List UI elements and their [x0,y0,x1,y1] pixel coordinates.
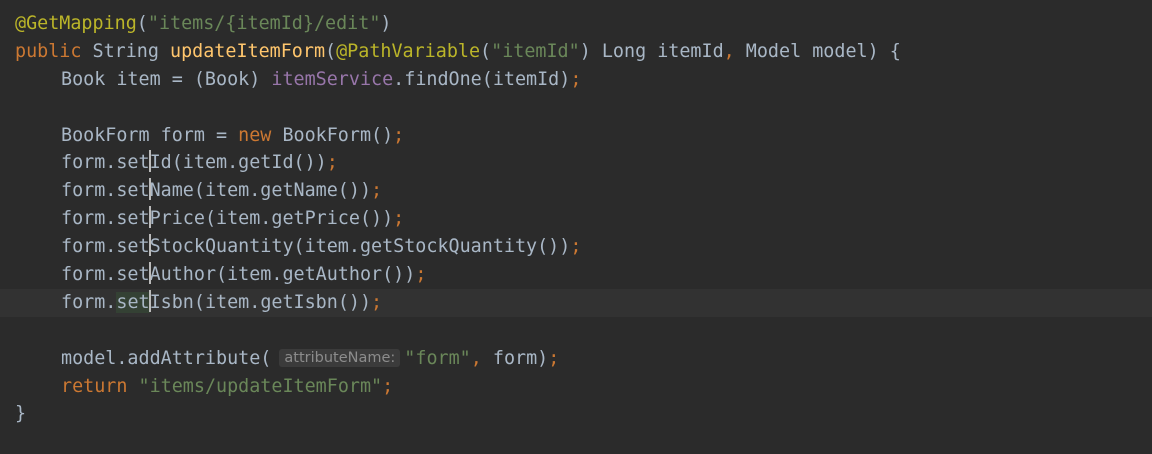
code-token: Name(item.getName()) [149,180,372,202]
code-line[interactable]: public String updateItemForm(@PathVariab… [0,38,1152,66]
code-token: set [116,291,150,313]
code-line[interactable]: form.setId(item.getId()); [0,149,1152,177]
code-line[interactable]: @GetMapping("items/{itemId}/edit") [0,10,1152,38]
code-token: ( [325,40,337,62]
code-token: ; [371,180,383,202]
code-token: return [61,375,128,397]
code-token: BookForm form = [61,124,239,146]
code-token: , [470,347,482,369]
code-token: } [15,403,27,425]
code-token: Author(item.getAuthor()) [149,264,416,286]
code-editor[interactable]: @GetMapping("items/{itemId}/edit") public… [0,0,1152,454]
code-token: @GetMapping [15,13,137,34]
code-token: String [81,40,171,62]
code-token: Model model) { [734,40,901,62]
code-token: form.set [61,180,150,202]
code-line[interactable] [0,317,1152,345]
code-line[interactable] [0,94,1152,122]
code-token: .findOne(itemId) [393,68,571,90]
code-token: model.addAttribute( [61,347,272,369]
multi-cursor-caret [148,178,151,201]
code-token: ; [326,152,338,174]
code-token: ; [570,236,582,258]
multi-cursor-caret [148,206,151,229]
code-token: StockQuantity(item.getStockQuantity()) [149,236,571,258]
code-area[interactable]: @GetMapping("items/{itemId}/edit") public… [0,10,1152,428]
multi-cursor-caret [148,289,151,312]
code-token: , [723,40,735,62]
code-line[interactable]: return "items/updateItemForm"; [0,373,1152,401]
code-line[interactable]: } [0,400,1152,428]
code-line[interactable]: form.setAuthor(item.getAuthor()); [0,261,1152,289]
code-token: "items/{itemId}/edit" [147,13,381,34]
code-token: form. [61,291,117,313]
code-token: Book item = (Book) [61,68,272,90]
code-token: "itemId" [491,40,580,62]
multi-cursor-caret [148,262,151,285]
code-token: form.set [61,236,150,258]
code-line[interactable]: form.setStockQuantity(item.getStockQuant… [0,233,1152,261]
code-token: ; [570,68,582,90]
code-token: ( [480,40,492,62]
code-token: ; [548,347,560,369]
code-token: ) Long itemId [579,40,724,62]
code-token: "form" [404,347,471,369]
code-token: BookForm() [271,124,394,146]
code-token: Id(item.getId()) [149,152,327,174]
code-token: ( [136,13,148,34]
code-line[interactable]: BookForm form = new BookForm(); [0,122,1152,150]
code-token: form.set [61,208,150,230]
code-line[interactable]: form.setName(item.getName()); [0,177,1152,205]
code-line[interactable]: Book item = (Book) itemService.findOne(i… [0,66,1152,94]
code-token: ; [393,124,405,146]
code-token: Price(item.getPrice()) [149,208,394,230]
code-token: public [15,40,82,62]
multi-cursor-caret [148,234,151,257]
code-token: ; [415,264,427,286]
code-token: form.set [61,152,150,174]
code-token: ) [380,13,392,34]
code-line[interactable]: model.addAttribute( attributeName: "form",… [0,345,1152,373]
code-token: Isbn(item.getIsbn()) [149,291,372,313]
code-token: ; [371,291,383,313]
code-token: itemService [271,68,394,90]
code-line-current[interactable]: form.setIsbn(item.getIsbn()); [0,288,1152,317]
code-token: ; [382,375,394,397]
multi-cursor-caret [148,150,151,173]
code-line[interactable]: form.setPrice(item.getPrice()); [0,205,1152,233]
code-token: form.set [61,264,150,286]
code-token: @PathVariable [336,40,481,62]
parameter-hint: attributeName: [279,348,401,367]
code-token: ; [393,208,405,230]
code-token: form) [481,347,549,369]
code-token: "items/updateItemForm" [138,375,383,397]
code-token: updateItemForm [170,40,326,62]
code-token: new [238,124,272,146]
